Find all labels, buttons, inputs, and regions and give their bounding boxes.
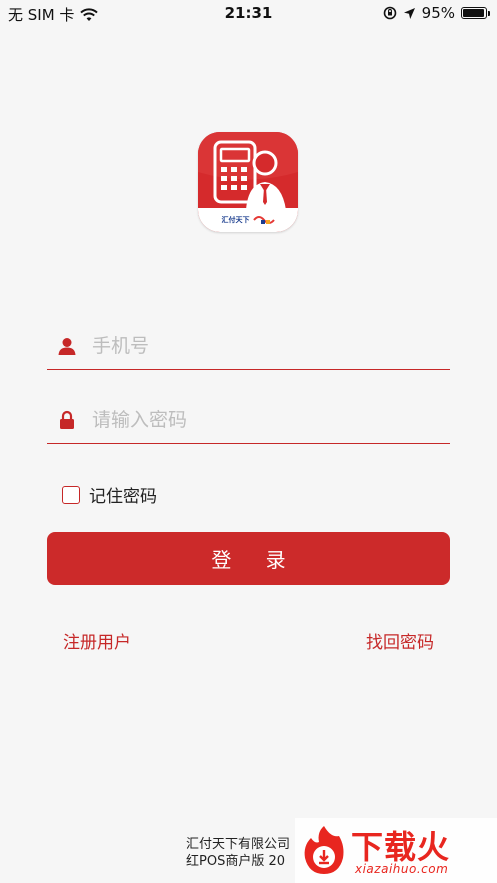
logo-brand-strip: 汇付天下 — [198, 208, 298, 232]
phone-input[interactable] — [92, 330, 442, 362]
footer: 汇付天下有限公司 红POS商户版 20 — [186, 836, 290, 870]
password-field — [47, 396, 450, 444]
footer-version: 红POS商户版 20 — [186, 854, 285, 869]
watermark: 下载火 xiazaihuo.com — [295, 818, 497, 883]
remember-checkbox[interactable] — [62, 485, 80, 504]
battery-icon — [461, 7, 490, 19]
flame-logo-icon — [304, 826, 344, 874]
user-icon — [58, 338, 76, 355]
location-arrow-icon — [403, 7, 415, 19]
footer-company: 汇付天下有限公司 — [186, 837, 291, 852]
remember-label: 记住密码 — [89, 487, 157, 507]
register-link[interactable]: 注册用户 — [63, 628, 131, 653]
forgot-password-link[interactable]: 找回密码 — [366, 628, 434, 653]
remember-password[interactable]: 记住密码 — [62, 482, 157, 507]
status-bar: 无 SIM 卡 21:31 95% — [0, 0, 497, 26]
pos-terminal-icon — [198, 132, 298, 210]
chinapnr-mark-icon — [252, 216, 275, 224]
status-right: 95% — [383, 4, 490, 22]
logo-brand-text: 汇付天下 — [221, 216, 250, 224]
watermark-subtitle: xiazaihuo.com — [355, 862, 449, 876]
orientation-lock-icon — [383, 6, 396, 20]
password-input[interactable] — [92, 404, 442, 436]
battery-percent: 95% — [421, 4, 455, 22]
login-button[interactable]: 登 录 — [47, 532, 450, 585]
battery-fill — [463, 9, 484, 17]
app-logo: 汇付天下 — [198, 132, 298, 232]
lock-icon — [60, 410, 74, 429]
phone-field — [47, 322, 450, 370]
